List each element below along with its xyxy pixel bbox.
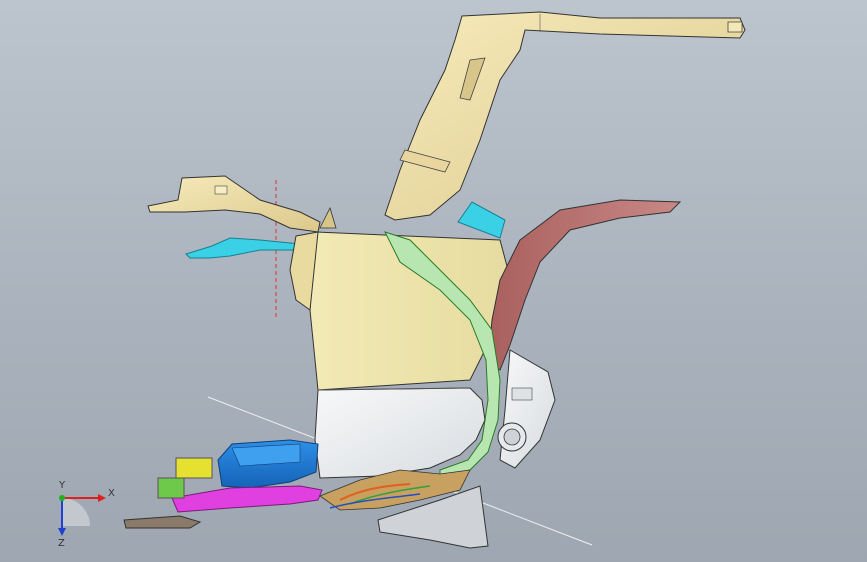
x-axis-label: X	[108, 488, 115, 499]
y-axis-label: Y	[58, 480, 66, 491]
cad-model-assembly[interactable]	[0, 0, 867, 562]
left-upper-bracket[interactable]	[147, 175, 321, 233]
maroon-curved-channel[interactable]	[487, 199, 682, 371]
side-white-panel[interactable]	[497, 349, 556, 469]
y-axis-point	[59, 495, 65, 501]
right-cyan-tab[interactable]	[457, 201, 506, 239]
upper-bracket-arm[interactable]	[384, 11, 746, 221]
magenta-duct[interactable]	[171, 485, 323, 513]
z-axis-label: Z	[58, 538, 65, 548]
main-housing-upper[interactable]	[289, 206, 509, 391]
cad-3d-viewport[interactable]: X Y Z	[0, 0, 867, 562]
left-cyan-bracket[interactable]	[185, 237, 301, 259]
orientation-triad: X Y Z	[58, 480, 115, 548]
blue-duct[interactable]	[217, 439, 319, 489]
